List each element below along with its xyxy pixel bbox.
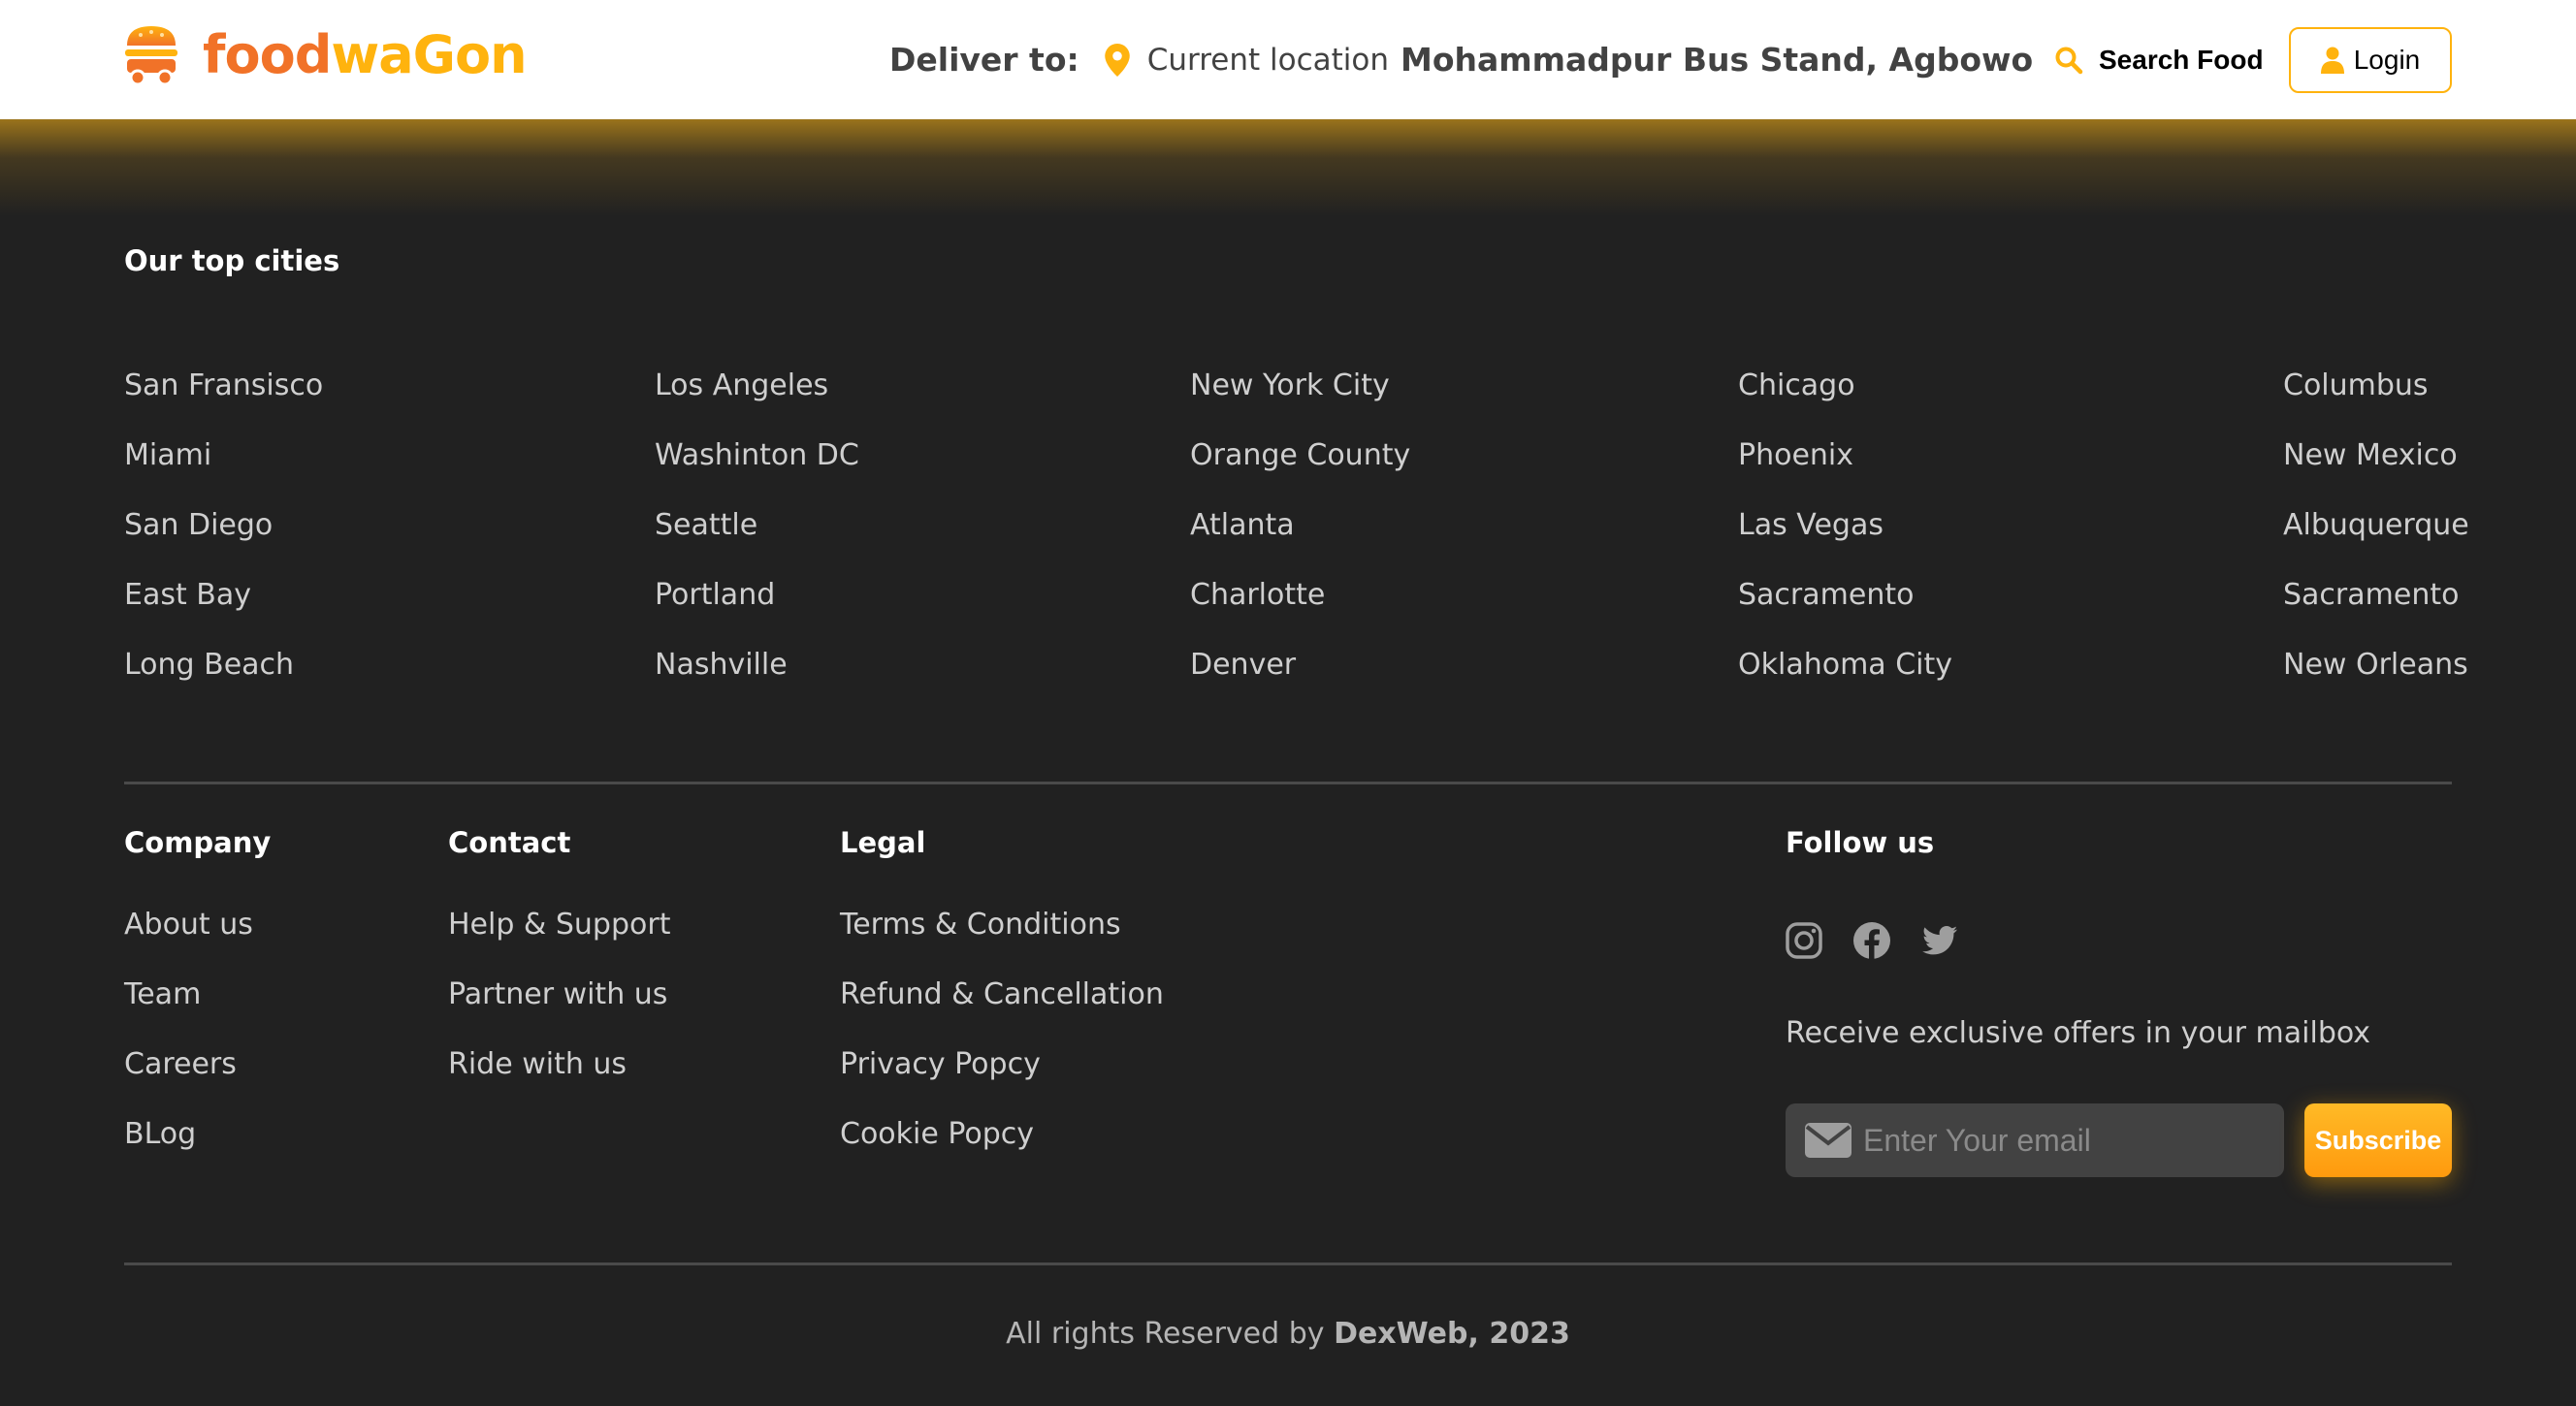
- top-cities-heading: Our top cities: [124, 244, 340, 277]
- company-links: About us Team Careers BLog: [124, 890, 253, 1169]
- city-link[interactable]: Phoenix: [1738, 421, 1952, 491]
- top-navbar: foodwaGon Deliver to: Current location M…: [0, 0, 2576, 119]
- newsletter-text: Receive exclusive offers in your mailbox: [1786, 1016, 2371, 1050]
- contact-heading: Contact: [448, 826, 571, 859]
- cities-column-4: Chicago Phoenix Las Vegas Sacramento Okl…: [1738, 351, 1952, 700]
- current-location-link[interactable]: Current location: [1147, 43, 1389, 78]
- delivery-address[interactable]: Mohammadpur Bus Stand, Agbowo: [1401, 41, 2033, 79]
- deliver-to-label: Deliver to:: [889, 41, 1079, 79]
- city-link[interactable]: Portland: [655, 560, 859, 630]
- city-link[interactable]: Orange County: [1190, 421, 1410, 491]
- follow-us-heading: Follow us: [1786, 826, 1935, 859]
- search-food-label: Search Food: [2099, 44, 2264, 75]
- email-field-container: [1786, 1103, 2284, 1177]
- login-button[interactable]: Login: [2289, 27, 2452, 93]
- subscribe-button[interactable]: Subscribe: [2304, 1103, 2452, 1177]
- brand-name-wagon: waGon: [331, 24, 527, 85]
- cities-column-3: New York City Orange County Atlanta Char…: [1190, 351, 1410, 700]
- city-link[interactable]: Las Vegas: [1738, 491, 1952, 560]
- footer-link-team[interactable]: Team: [124, 960, 253, 1030]
- city-link[interactable]: San Diego: [124, 491, 323, 560]
- city-link[interactable]: Sacramento: [2283, 560, 2469, 630]
- footer-link-about[interactable]: About us: [124, 890, 253, 960]
- divider: [124, 1262, 2452, 1265]
- footer-link-help-support[interactable]: Help & Support: [448, 890, 670, 960]
- user-icon: [2320, 47, 2344, 74]
- footer-link-ride[interactable]: Ride with us: [448, 1030, 670, 1100]
- city-link[interactable]: Atlanta: [1190, 491, 1410, 560]
- map-pin-icon: [1104, 43, 1130, 77]
- city-link[interactable]: Columbus: [2283, 351, 2469, 421]
- city-link[interactable]: Denver: [1190, 630, 1410, 700]
- city-link[interactable]: Sacramento: [1738, 560, 1952, 630]
- delivery-location: Deliver to: Current location Mohammadpur…: [889, 0, 2033, 119]
- city-link[interactable]: San Fransisco: [124, 351, 323, 421]
- city-link[interactable]: Seattle: [655, 491, 859, 560]
- divider: [124, 782, 2452, 784]
- footer-link-privacy[interactable]: Privacy Popcy: [840, 1030, 1164, 1100]
- search-icon: [2055, 47, 2083, 74]
- city-link[interactable]: Miami: [124, 421, 323, 491]
- city-link[interactable]: Long Beach: [124, 630, 323, 700]
- city-link[interactable]: New Orleans: [2283, 630, 2469, 700]
- city-link[interactable]: New Mexico: [2283, 421, 2469, 491]
- search-food-button[interactable]: Search Food: [2054, 0, 2264, 119]
- city-link[interactable]: Chicago: [1738, 351, 1952, 421]
- city-link[interactable]: Los Angeles: [655, 351, 859, 421]
- legal-links: Terms & Conditions Refund & Cancellation…: [840, 890, 1164, 1169]
- footer-link-careers[interactable]: Careers: [124, 1030, 253, 1100]
- brand-name: foodwaGon: [203, 29, 528, 81]
- footer-link-terms[interactable]: Terms & Conditions: [840, 890, 1164, 960]
- contact-links: Help & Support Partner with us Ride with…: [448, 890, 670, 1100]
- footer-link-cookie[interactable]: Cookie Popcy: [840, 1100, 1164, 1169]
- facebook-icon[interactable]: [1852, 921, 1891, 960]
- brand-logo[interactable]: foodwaGon: [123, 23, 528, 87]
- city-link[interactable]: Washinton DC: [655, 421, 859, 491]
- twitter-icon[interactable]: [1920, 921, 1959, 960]
- legal-heading: Legal: [840, 826, 926, 859]
- copyright-text: All rights Reserved by DexWeb, 2023: [0, 1317, 2576, 1351]
- footer-link-partner[interactable]: Partner with us: [448, 960, 670, 1030]
- brand-name-food: food: [203, 24, 332, 85]
- copyright-prefix: All rights Reserved by: [1006, 1317, 1325, 1351]
- envelope-icon: [1805, 1123, 1852, 1158]
- copyright-owner: DexWeb, 2023: [1334, 1317, 1570, 1351]
- login-label: Login: [2353, 45, 2421, 75]
- city-link[interactable]: Oklahoma City: [1738, 630, 1952, 700]
- company-heading: Company: [124, 826, 272, 859]
- footer-link-blog[interactable]: BLog: [124, 1100, 253, 1169]
- city-link[interactable]: Albuquerque: [2283, 491, 2469, 560]
- email-input[interactable]: [1863, 1122, 2270, 1159]
- cities-column-2: Los Angeles Washinton DC Seattle Portlan…: [655, 351, 859, 700]
- cities-column-1: San Fransisco Miami San Diego East Bay L…: [124, 351, 323, 700]
- city-link[interactable]: New York City: [1190, 351, 1410, 421]
- city-link[interactable]: Nashville: [655, 630, 859, 700]
- burger-truck-icon: [125, 26, 177, 86]
- city-link[interactable]: East Bay: [124, 560, 323, 630]
- social-links: [1785, 921, 1959, 960]
- instagram-icon[interactable]: [1785, 921, 1823, 960]
- cities-column-5: Columbus New Mexico Albuquerque Sacramen…: [2283, 351, 2469, 700]
- city-link[interactable]: Charlotte: [1190, 560, 1410, 630]
- header-glow: [0, 119, 2576, 216]
- footer-link-refund[interactable]: Refund & Cancellation: [840, 960, 1164, 1030]
